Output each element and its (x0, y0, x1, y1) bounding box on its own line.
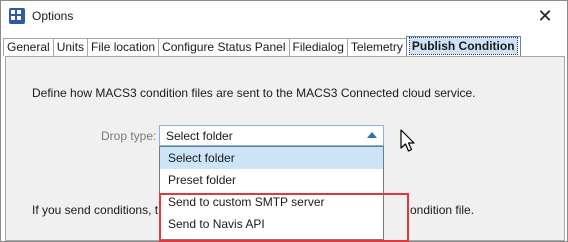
publish-condition-panel: Define how MACS3 condition files are sen… (5, 56, 565, 242)
tab-telemetry[interactable]: Telemetry (346, 38, 407, 56)
close-icon[interactable]: ✕ (533, 5, 557, 27)
tab-filedialog[interactable]: Filedialog (288, 38, 348, 56)
panel-description: Define how MACS3 condition files are sen… (32, 86, 476, 100)
drop-type-label: Drop type: (101, 129, 157, 143)
tab-general[interactable]: General (3, 38, 54, 56)
drop-type-select[interactable]: Select folder (159, 125, 384, 146)
mouse-cursor-icon (400, 129, 415, 152)
app-icon (9, 8, 25, 24)
tab-publish-condition-label: Publish Condition (408, 37, 518, 55)
tab-file-location[interactable]: File location (87, 38, 160, 56)
option-preset-folder[interactable]: Preset folder (160, 169, 383, 191)
footer-text-end: ondition file. (410, 203, 475, 217)
window-title: Options (32, 9, 74, 23)
options-window: Options ✕ General Units File location Co… (0, 0, 568, 242)
drop-type-value: Select folder (166, 129, 233, 143)
tab-units[interactable]: Units (52, 38, 89, 56)
drop-type-dropdown: Select folder Preset folder Send to cust… (159, 146, 384, 240)
tab-configure-status-panel[interactable]: Configure Status Panel (158, 38, 290, 56)
tab-strip: General Units File location Configure St… (3, 36, 521, 56)
title-bar[interactable]: Options ✕ (1, 1, 567, 32)
chevron-up-icon[interactable] (367, 132, 377, 138)
option-select-folder[interactable]: Select folder (160, 147, 383, 169)
tab-publish-condition[interactable]: Publish Condition (405, 36, 521, 56)
option-send-to-navis-api[interactable]: Send to Navis API (160, 213, 383, 235)
option-send-to-custom-smtp-server[interactable]: Send to custom SMTP server (160, 191, 383, 213)
footer-text-start: If you send conditions, t (32, 203, 159, 217)
